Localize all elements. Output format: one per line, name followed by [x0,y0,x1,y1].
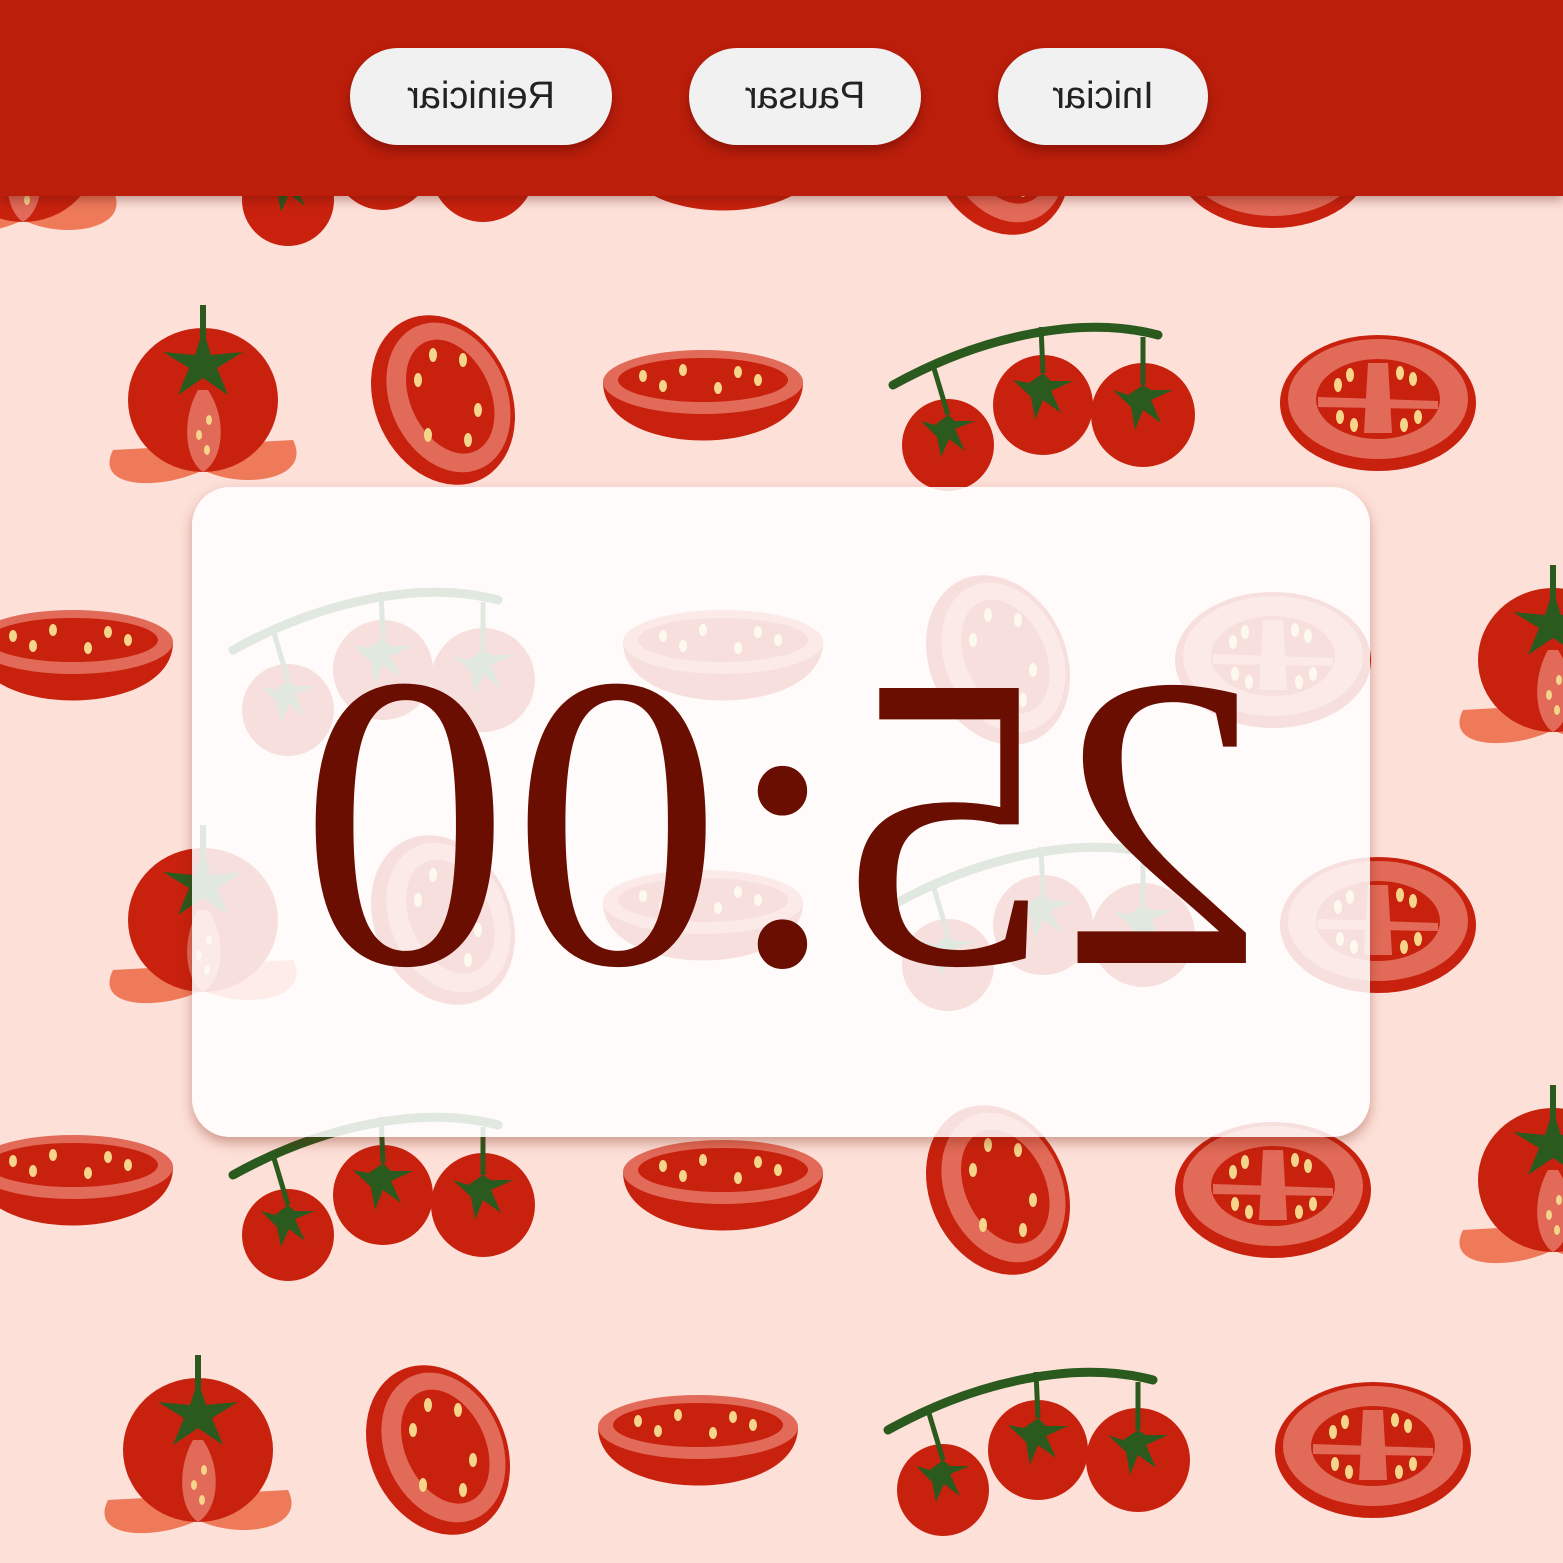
timer-card: 25:00 [192,487,1370,1137]
app-root: Iniciar Pausar Reiniciar 25:00 [0,0,1563,1563]
start-button[interactable]: Iniciar [998,48,1208,145]
pause-button[interactable]: Pausar [689,48,921,145]
reset-button[interactable]: Reiniciar [350,48,612,145]
timer-display: 25:00 [297,589,1265,1054]
mirrored-view: Iniciar Pausar Reiniciar 25:00 [0,0,1563,1563]
top-toolbar: Iniciar Pausar Reiniciar [0,0,1563,196]
